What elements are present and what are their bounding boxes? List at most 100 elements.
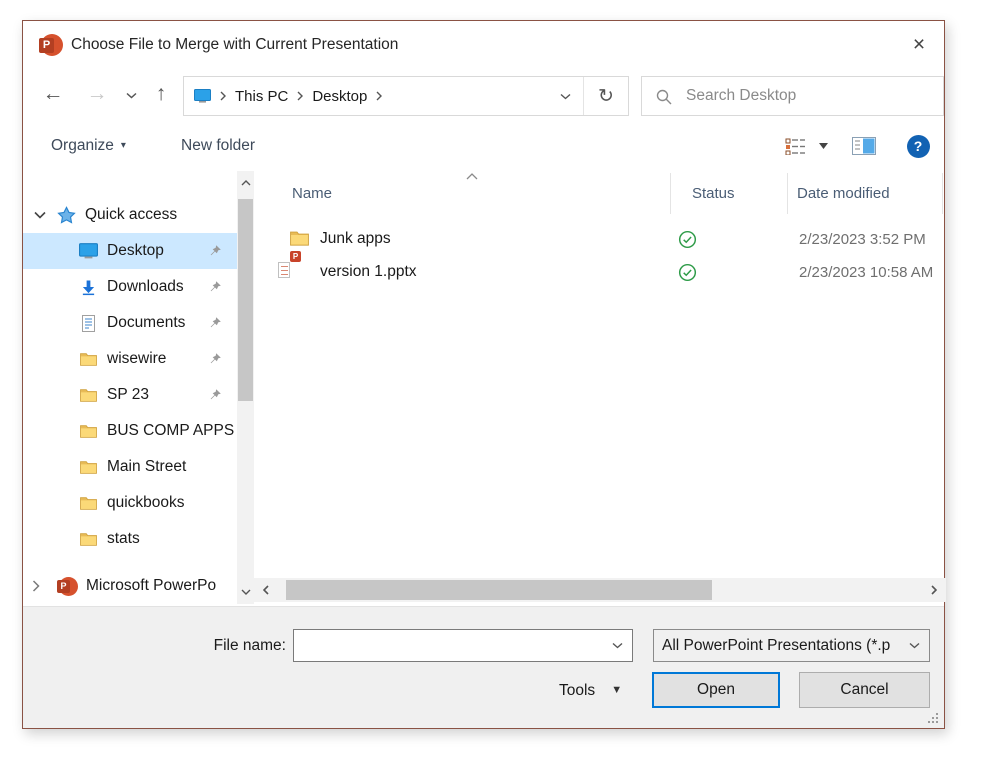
preview-pane-icon[interactable] xyxy=(836,137,892,155)
recent-locations-chevron-icon[interactable] xyxy=(120,69,142,121)
file-name-input[interactable] xyxy=(298,631,598,660)
sidebar-item-sp-23[interactable]: SP 23 xyxy=(23,377,237,413)
refresh-button[interactable]: ↻ xyxy=(584,77,628,115)
file-name: version 1.pptx xyxy=(320,263,417,281)
column-header-date-modified[interactable]: Date modified xyxy=(797,185,890,202)
column-header-name[interactable]: Name xyxy=(292,185,332,202)
help-icon: ? xyxy=(907,135,930,158)
sidebar-item-label: SP 23 xyxy=(107,386,149,404)
chevron-down-icon[interactable] xyxy=(612,642,623,649)
powerpoint-app-icon: P xyxy=(57,576,78,597)
scroll-left-icon[interactable] xyxy=(256,578,276,602)
navigation-bar: ← → ↑ This PC Desktop xyxy=(23,69,944,121)
sidebar-item-label: wisewire xyxy=(107,350,166,368)
chevron-down-icon[interactable] xyxy=(23,211,57,219)
sidebar-item-main-street[interactable]: Main Street xyxy=(23,449,237,485)
monitor-icon xyxy=(77,243,99,259)
file-date-modified: 2/23/2023 3:52 PM xyxy=(799,231,926,248)
chevron-right-icon[interactable] xyxy=(23,580,49,592)
close-button[interactable]: × xyxy=(902,31,936,61)
address-bar: This PC Desktop ↻ xyxy=(183,76,629,116)
pin-icon xyxy=(209,244,222,257)
download-icon xyxy=(77,279,99,296)
file-type-dropdown[interactable]: All PowerPoint Presentations (*.p xyxy=(653,629,930,662)
quick-access-star-icon xyxy=(57,206,76,225)
file-name-combobox xyxy=(293,629,633,662)
sidebar-item-label: stats xyxy=(107,530,140,548)
breadcrumb-separator-icon[interactable] xyxy=(367,91,391,101)
status-synced-icon xyxy=(678,230,697,249)
file-date-modified: 2/23/2023 10:58 AM xyxy=(799,264,933,281)
file-list-pane: Name Status Date modified Junk apps 2/23… xyxy=(254,171,946,606)
column-divider[interactable] xyxy=(942,173,943,214)
tools-menu-button[interactable]: Tools▼ xyxy=(559,672,622,708)
organize-menu-button[interactable]: Organize▾ xyxy=(51,121,126,171)
column-headers: Name Status Date modified xyxy=(254,171,946,216)
cancel-button[interactable]: Cancel xyxy=(799,672,930,708)
details-view-icon[interactable] xyxy=(780,138,810,155)
search-input[interactable] xyxy=(686,78,936,114)
column-divider[interactable] xyxy=(787,173,788,214)
pin-icon xyxy=(209,316,222,329)
help-button[interactable]: ? xyxy=(892,135,944,158)
search-icon xyxy=(656,89,672,105)
open-button[interactable]: Open xyxy=(652,672,780,708)
chevron-down-icon xyxy=(909,642,920,649)
sidebar-item-label: Downloads xyxy=(107,278,184,296)
document-icon xyxy=(77,315,99,332)
sidebar-item-microsoft-powerpoint[interactable]: P Microsoft PowerPo xyxy=(23,569,237,603)
scroll-up-icon[interactable] xyxy=(237,173,254,193)
breadcrumb-separator-icon[interactable] xyxy=(211,91,235,101)
sidebar-item-stats[interactable]: stats xyxy=(23,521,237,557)
scrollbar-thumb[interactable] xyxy=(286,580,712,600)
search-box xyxy=(641,76,944,116)
folder-icon xyxy=(77,424,99,438)
sidebar-item-quick-access[interactable]: Quick access xyxy=(23,199,237,231)
folder-icon xyxy=(77,352,99,366)
sidebar-item-label: Quick access xyxy=(85,206,177,224)
sidebar-item-label: Main Street xyxy=(107,458,186,476)
view-controls: ? xyxy=(780,121,944,171)
sidebar-item-wisewire[interactable]: wisewire xyxy=(23,341,237,377)
sidebar-vertical-scrollbar[interactable] xyxy=(237,171,254,604)
folder-icon xyxy=(77,496,99,510)
file-list-horizontal-scrollbar[interactable] xyxy=(254,578,946,602)
up-button[interactable]: ↑ xyxy=(147,69,175,121)
powerpoint-app-icon: P xyxy=(39,33,63,57)
file-name-label: File name: xyxy=(143,637,286,655)
folder-icon xyxy=(290,230,309,246)
sidebar-item-label: Microsoft PowerPo xyxy=(86,577,218,595)
file-name: Junk apps xyxy=(320,230,391,248)
pin-icon xyxy=(209,388,222,401)
scroll-right-icon[interactable] xyxy=(924,578,944,602)
views-dropdown-chevron-icon[interactable] xyxy=(810,143,836,149)
powerpoint-icon-letter: P xyxy=(39,38,54,53)
file-row-version-1-pptx[interactable]: P version 1.pptx 2/23/2023 10:58 AM xyxy=(254,257,946,289)
sidebar-item-bus-comp-apps[interactable]: BUS COMP APPS xyxy=(23,413,237,449)
file-type-value: All PowerPoint Presentations (*.p xyxy=(662,637,890,654)
sidebar-item-quickbooks[interactable]: quickbooks xyxy=(23,485,237,521)
breadcrumb: This PC Desktop xyxy=(184,77,548,115)
file-row-junk-apps[interactable]: Junk apps 2/23/2023 3:52 PM xyxy=(254,224,946,256)
breadcrumb-this-pc[interactable]: This PC xyxy=(235,88,288,105)
new-folder-button[interactable]: New folder xyxy=(181,121,255,171)
sidebar-item-label: Documents xyxy=(107,314,185,332)
breadcrumb-separator-icon[interactable] xyxy=(288,91,312,101)
scrollbar-thumb[interactable] xyxy=(238,199,253,401)
sidebar-item-desktop[interactable]: Desktop xyxy=(23,233,237,269)
back-button[interactable]: ← xyxy=(39,69,67,121)
desktop-location-icon xyxy=(194,89,211,103)
address-dropdown-chevron-icon[interactable] xyxy=(548,77,584,115)
column-divider[interactable] xyxy=(670,173,671,214)
column-header-status[interactable]: Status xyxy=(692,185,735,202)
sidebar-item-documents[interactable]: Documents xyxy=(23,305,237,341)
breadcrumb-desktop[interactable]: Desktop xyxy=(312,88,367,105)
sidebar-item-downloads[interactable]: Downloads xyxy=(23,269,237,305)
scroll-down-icon[interactable] xyxy=(237,582,254,602)
footer-panel: File name: All PowerPoint Presentations … xyxy=(23,606,944,728)
forward-button[interactable]: → xyxy=(83,69,111,121)
file-dialog-window: P Choose File to Merge with Current Pres… xyxy=(22,20,945,729)
sort-ascending-icon xyxy=(466,173,478,180)
pin-icon xyxy=(209,280,222,293)
resize-grip[interactable] xyxy=(926,711,940,725)
